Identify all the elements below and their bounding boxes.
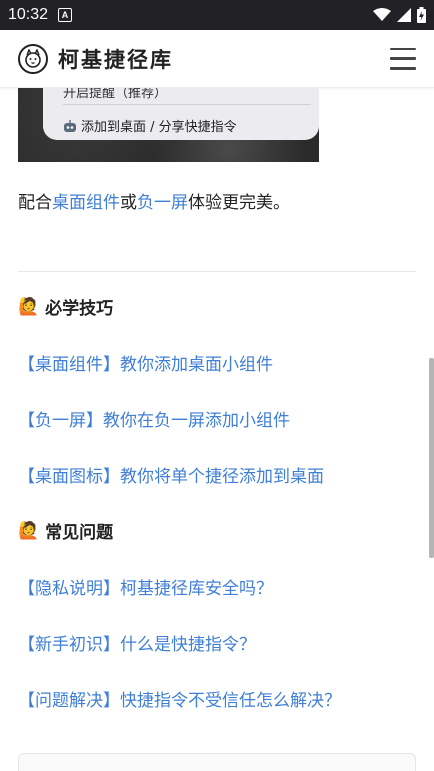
intro-mid: 或 [120, 193, 137, 213]
section-title-text: 必学技巧 [45, 299, 114, 319]
battery-icon [417, 7, 426, 23]
robot-icon [64, 119, 76, 132]
article-content: 开启提醒（推荐） 添加到桌面 / 分享快捷指令 配合桌面组件或负一屏体验更完美。… [0, 88, 434, 771]
section-title-text: 常见问题 [45, 523, 114, 543]
add-to-desktop-label: 添加到桌面 / 分享快捷指令 [81, 120, 237, 135]
minus-one-screen-link[interactable]: 负一屏 [137, 193, 188, 213]
link-what-is-shortcuts[interactable]: 【新手初识】什么是快捷指令？ [18, 630, 256, 655]
intro-paragraph: 配合桌面组件或负一屏体验更完美。 [18, 188, 290, 213]
signal-icon [397, 8, 411, 22]
scrollbar[interactable] [429, 358, 434, 558]
link-desktop-icon-tutorial[interactable]: 【桌面图标】教你将单个捷径添加到桌面 [18, 462, 324, 487]
intro-suffix: 体验更完美。 [188, 193, 290, 213]
status-bar: 10:32 A [0, 0, 434, 30]
cut-off-menu-item: 开启提醒（推荐） [63, 88, 168, 101]
share-sheet-card: 开启提醒（推荐） 添加到桌面 / 分享快捷指令 [43, 88, 319, 140]
app-header: 柯基捷径库 [0, 30, 434, 88]
person-raising-hand-icon: 🙋 [18, 520, 40, 541]
tutorial-screenshot: 开启提醒（推荐） 添加到桌面 / 分享快捷指令 [18, 88, 319, 162]
status-icons [373, 7, 426, 23]
site-title[interactable]: 柯基捷径库 [58, 44, 173, 74]
notification-a-icon: A [58, 8, 73, 22]
section-title-faq: 🙋 常见问题 [18, 518, 114, 544]
section-title-must-learn: 🙋 必学技巧 [18, 294, 114, 320]
hamburger-menu-icon[interactable] [390, 47, 416, 70]
wifi-icon [373, 8, 391, 21]
link-privacy-faq[interactable]: 【隐私说明】柯基捷径库安全吗？ [18, 574, 273, 599]
link-desktop-widget-tutorial[interactable]: 【桌面组件】教你添加桌面小组件 [18, 350, 273, 375]
intro-prefix: 配合 [18, 193, 52, 213]
corgi-logo-icon[interactable] [18, 43, 48, 74]
add-to-desktop-row: 添加到桌面 / 分享快捷指令 [63, 116, 237, 135]
bottom-card [18, 753, 416, 771]
status-time: 10:32 [8, 6, 49, 23]
desktop-widget-link[interactable]: 桌面组件 [52, 193, 120, 213]
link-untrusted-shortcut-fix[interactable]: 【问题解决】快捷指令不受信任怎么解决？ [18, 686, 341, 711]
section-divider [18, 271, 416, 272]
menu-divider [63, 104, 311, 105]
person-raising-hand-icon: 🙋 [18, 296, 40, 317]
link-minus-one-screen-tutorial[interactable]: 【负一屏】教你在负一屏添加小组件 [18, 406, 290, 431]
